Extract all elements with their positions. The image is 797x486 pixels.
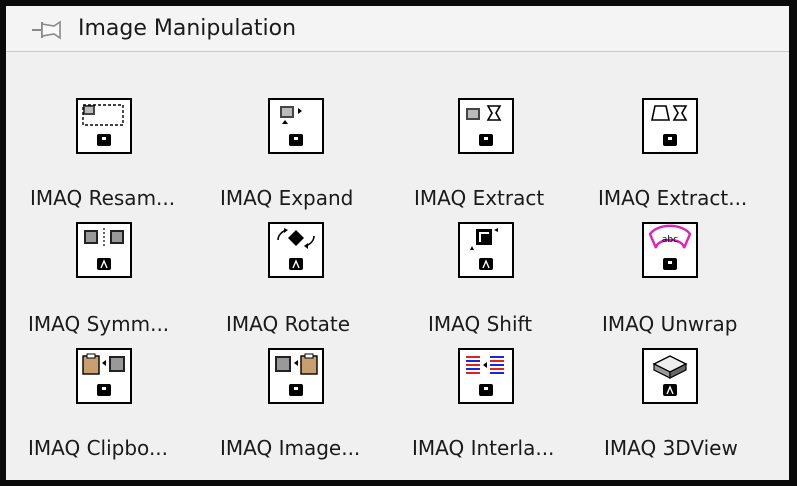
item-label: IMAQ Clipbo... — [28, 436, 169, 460]
item-label: IMAQ Extract... — [598, 186, 748, 210]
item-label: IMAQ Rotate — [226, 312, 351, 336]
resample-icon — [76, 98, 132, 154]
item-label: IMAQ Extract — [414, 186, 545, 210]
palette-window: Image Manipulation IMAQ Resam... IMAQ Ex… — [6, 6, 789, 480]
item-label: IMAQ Interla... — [412, 436, 555, 460]
function-grid: IMAQ Resam... IMAQ Expand IMAQ Extract I… — [6, 52, 789, 480]
symmetry-icon — [76, 222, 132, 278]
item-label: IMAQ Expand — [220, 186, 354, 210]
palette-title: Image Manipulation — [78, 16, 297, 41]
expand-icon — [268, 98, 324, 154]
unwrap-icon: abc — [642, 222, 698, 278]
extract-icon — [458, 98, 514, 154]
interlace-icon — [458, 348, 514, 404]
clipboard-to-image-icon — [76, 348, 132, 404]
item-label: IMAQ Unwrap — [602, 312, 738, 336]
shift-icon — [458, 222, 514, 278]
extract-tetragon-icon — [642, 98, 698, 154]
palette-titlebar: Image Manipulation — [6, 6, 789, 52]
item-label: IMAQ 3DView — [604, 436, 738, 460]
rotate-icon — [268, 222, 324, 278]
item-label: IMAQ Image... — [220, 436, 361, 460]
item-label: IMAQ Shift — [428, 312, 533, 336]
svg-text:abc: abc — [662, 235, 678, 245]
image-to-clipboard-icon — [268, 348, 324, 404]
item-label: IMAQ Symm... — [28, 312, 170, 336]
item-label: IMAQ Resam... — [30, 186, 176, 210]
pin-icon[interactable] — [30, 18, 64, 42]
3dview-icon — [642, 348, 698, 404]
